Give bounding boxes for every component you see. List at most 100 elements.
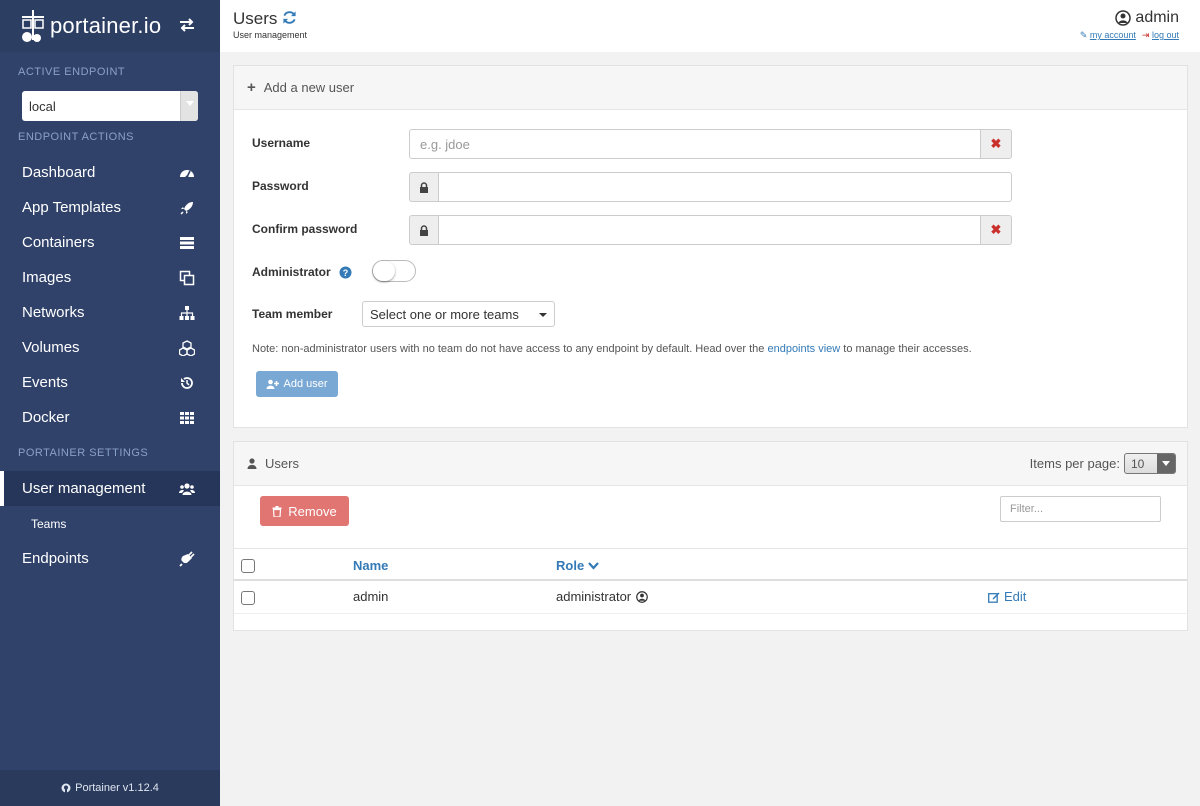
- user-role: administrator: [556, 589, 632, 604]
- lock-icon: [420, 224, 428, 236]
- sidebar-item-label: Docker: [22, 409, 70, 426]
- username-placeholder: e.g. jdoe: [420, 137, 470, 152]
- table-row: admin administrator Edit: [234, 581, 1187, 614]
- lock-icon: [420, 181, 428, 193]
- sidebar-item-containers[interactable]: Containers: [0, 225, 220, 260]
- sidebar-item-volumes[interactable]: Volumes: [0, 330, 220, 365]
- username-input[interactable]: e.g. jdoe: [409, 129, 981, 159]
- administrator-label: Administrator: [252, 265, 331, 279]
- sidebar-footer: Portainer v1.12.4: [0, 770, 220, 806]
- filter-placeholder: Filter...: [1010, 503, 1044, 515]
- github-icon: [61, 783, 71, 793]
- brand-name: portainer.io: [50, 13, 162, 38]
- portainer-logo-icon: [22, 10, 44, 42]
- breadcrumb: User management: [233, 30, 308, 40]
- sidebar-item-docker[interactable]: Docker: [0, 400, 220, 435]
- sidebar-item-label: Endpoints: [22, 550, 89, 567]
- endpoint-select[interactable]: local: [22, 91, 198, 121]
- user-icon: [247, 458, 257, 469]
- password-lock-addon: [409, 172, 439, 202]
- refresh-icon[interactable]: [282, 10, 297, 25]
- add-user-panel-title: Add a new user: [263, 80, 355, 95]
- endpoints-view-link[interactable]: endpoints view: [767, 343, 840, 355]
- endpoint-actions-title: ENDPOINT ACTIONS: [18, 131, 134, 143]
- sidebar-item-label: User management: [22, 480, 146, 497]
- confirm-password-input[interactable]: [438, 215, 981, 245]
- password-input[interactable]: [438, 172, 1012, 202]
- endpoint-select-value: local: [29, 99, 56, 114]
- select-all-checkbox[interactable]: [241, 559, 255, 573]
- administrator-toggle[interactable]: [372, 260, 416, 282]
- history-icon: [181, 377, 193, 389]
- note-text: Note: non-administrator users with no te…: [252, 343, 768, 355]
- plus-icon: +: [247, 79, 256, 96]
- username-label: Username: [252, 136, 311, 150]
- users-panel: Users Items per page: 10 Remove Filter..…: [233, 441, 1188, 631]
- confirm-password-label: Confirm password: [252, 222, 358, 236]
- chevron-down-icon: [180, 91, 198, 121]
- confirm-lock-addon: [409, 215, 439, 245]
- user-name: admin: [353, 589, 389, 604]
- sidebar-item-networks[interactable]: Networks: [0, 295, 220, 330]
- sidebar-item-endpoints[interactable]: Endpoints: [0, 541, 220, 576]
- remove-button-label: Remove: [288, 503, 337, 519]
- add-user-panel: + Add a new user Username e.g. jdoe ✖ Pa…: [233, 65, 1188, 428]
- sidebar-item-app-templates[interactable]: App Templates: [0, 190, 220, 225]
- chevron-down-icon: [1157, 454, 1175, 473]
- row-checkbox[interactable]: [241, 591, 255, 605]
- user-plus-icon: [266, 379, 280, 389]
- tachometer-icon: [180, 170, 194, 179]
- column-header-role-label: Role: [556, 558, 585, 573]
- sidebar: portainer.io ACTIVE ENDPOINT local ENDPO…: [0, 0, 220, 806]
- brand-logo[interactable]: portainer.io: [20, 8, 161, 44]
- exchange-icon[interactable]: [178, 16, 196, 34]
- svg-text:?: ?: [342, 268, 348, 278]
- question-circle-icon[interactable]: ?: [339, 266, 352, 279]
- add-user-button[interactable]: Add user: [256, 371, 338, 397]
- team-select[interactable]: Select one or more teams: [362, 301, 555, 327]
- my-account-link[interactable]: ✎ my account: [1080, 30, 1136, 41]
- sidebar-item-images[interactable]: Images: [0, 260, 220, 295]
- log-out-link[interactable]: ⇥ log out: [1142, 30, 1179, 41]
- server-icon: [180, 237, 194, 249]
- sidebar-item-label: Containers: [22, 234, 95, 251]
- column-header-role[interactable]: Role: [556, 558, 599, 573]
- user-circle-icon: [1115, 10, 1132, 26]
- items-per-page-select[interactable]: 10: [1124, 453, 1176, 474]
- top-header: Users User management admin ✎ my account…: [220, 0, 1200, 52]
- current-user: admin: [1115, 9, 1179, 27]
- clone-icon: [179, 270, 195, 286]
- sidebar-item-teams[interactable]: Teams: [31, 517, 66, 531]
- remove-button[interactable]: Remove: [260, 496, 349, 526]
- add-user-panel-header: + Add a new user: [234, 66, 1187, 110]
- username-status-addon: ✖: [980, 129, 1012, 159]
- edit-user-link[interactable]: Edit: [988, 589, 1026, 604]
- sign-out-icon: ⇥: [1141, 30, 1150, 40]
- sitemap-icon: [179, 306, 195, 320]
- user-circle-icon: [636, 590, 648, 603]
- version-label: Portainer v1.12.4: [75, 782, 159, 794]
- plug-icon: [179, 551, 195, 567]
- sidebar-item-label: App Templates: [22, 199, 121, 216]
- confirm-status-addon: ✖: [980, 215, 1012, 245]
- brand-header: portainer.io: [0, 0, 220, 52]
- user-links: ✎ my account ⇥ log out: [1080, 30, 1179, 41]
- sidebar-item-dashboard[interactable]: Dashboard: [0, 155, 220, 190]
- edit-user-label: Edit: [1004, 589, 1027, 604]
- filter-input[interactable]: Filter...: [1000, 496, 1161, 522]
- column-header-name[interactable]: Name: [353, 558, 388, 573]
- th-icon: [180, 412, 194, 424]
- sidebar-item-events[interactable]: Events: [0, 365, 220, 400]
- administrator-label-row: Administrator ?: [252, 265, 352, 279]
- trash-icon: [272, 505, 282, 517]
- user-role-cell: administrator: [556, 589, 648, 604]
- caret-down-icon: [539, 313, 547, 317]
- cubes-icon: [179, 340, 195, 356]
- times-icon: ✖: [990, 136, 1002, 151]
- sidebar-item-label: Volumes: [22, 339, 80, 356]
- sidebar-item-label: Events: [22, 374, 68, 391]
- portainer-settings-title: PORTAINER SETTINGS: [18, 447, 149, 459]
- my-account-label: my account: [1089, 30, 1136, 40]
- items-per-page-value: 10: [1131, 457, 1145, 471]
- sidebar-item-user-management[interactable]: User management: [0, 471, 220, 506]
